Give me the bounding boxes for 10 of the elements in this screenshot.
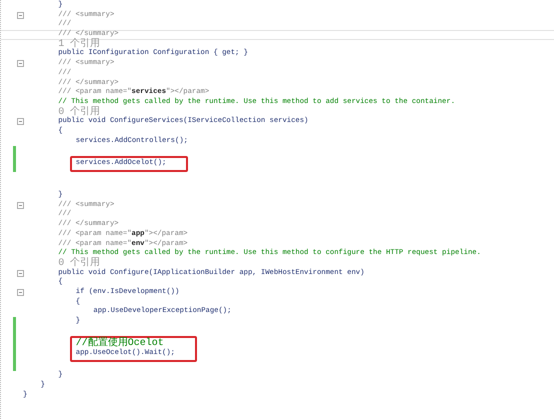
- collapse-icon[interactable]: [17, 288, 24, 296]
- code-comment: //配置使用Ocelot: [76, 339, 164, 350]
- collapse-icon[interactable]: [17, 270, 24, 277]
- reference-count[interactable]: 0 个引用: [58, 108, 100, 118]
- collapse-icon[interactable]: [17, 12, 24, 19]
- collapse-icon[interactable]: [17, 60, 24, 68]
- collapse-icon[interactable]: [17, 118, 24, 126]
- reference-count[interactable]: 0 个引用: [58, 258, 100, 269]
- collapse-icon[interactable]: [17, 202, 24, 209]
- reference-count[interactable]: 1 个引用: [58, 40, 100, 50]
